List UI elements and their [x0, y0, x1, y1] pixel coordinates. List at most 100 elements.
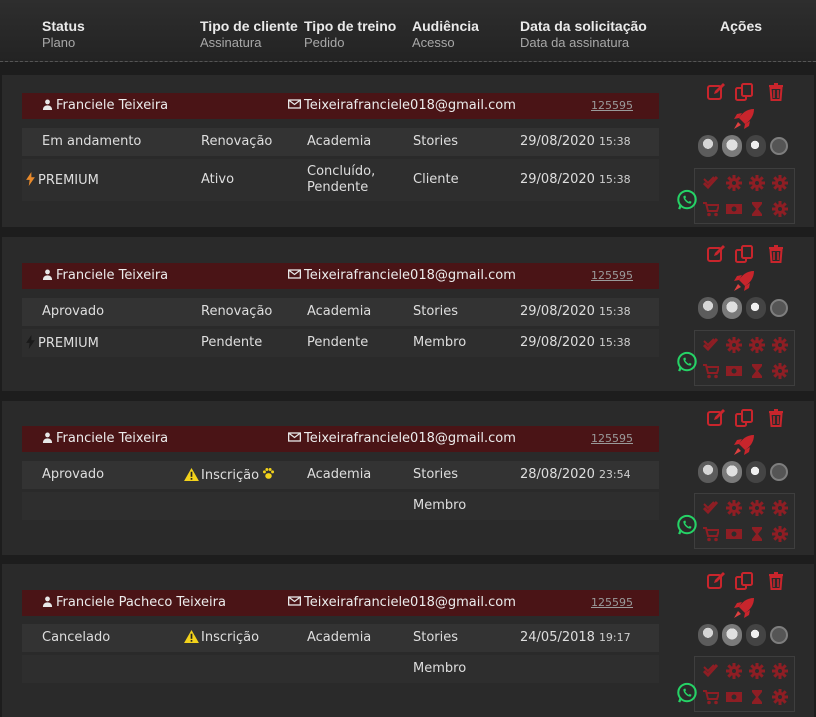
status-value: Aprovado	[42, 467, 105, 482]
whatsapp-icon[interactable]	[676, 189, 698, 211]
avatar[interactable]	[722, 135, 742, 157]
client-name-link[interactable]: Franciele Teixeira	[42, 98, 168, 113]
training-type-value: Academia	[307, 304, 372, 319]
avatar[interactable]	[722, 624, 742, 646]
avatar[interactable]	[746, 135, 766, 157]
gear-icon[interactable]	[726, 175, 742, 191]
avatar[interactable]	[770, 626, 788, 644]
check-icon[interactable]	[703, 500, 719, 516]
rocket-icon[interactable]	[732, 107, 756, 131]
client-name: Franciele Teixeira	[56, 268, 169, 283]
rocket-icon[interactable]	[732, 433, 756, 457]
rocket-icon[interactable]	[732, 269, 756, 293]
client-name: Franciele Teixeira	[56, 98, 169, 113]
avatar[interactable]	[770, 299, 788, 317]
money-icon[interactable]	[726, 526, 742, 542]
client-email[interactable]: Teixeirafranciele018@gmail.com	[288, 98, 516, 113]
trash-icon[interactable]	[766, 408, 786, 428]
trash-icon[interactable]	[766, 244, 786, 264]
table-row: Aprovado Renovação Academia Stories 29/0…	[22, 298, 659, 326]
client-name-link[interactable]: Franciele Teixeira	[42, 268, 168, 283]
whatsapp-icon[interactable]	[676, 351, 698, 373]
whatsapp-icon[interactable]	[676, 514, 698, 536]
copy-icon[interactable]	[734, 571, 754, 591]
client-id-link[interactable]: 125595	[591, 99, 633, 112]
cart-icon[interactable]	[703, 201, 719, 217]
gear-icon[interactable]	[772, 526, 788, 542]
trash-icon[interactable]	[766, 82, 786, 102]
training-type-value: Academia	[307, 630, 372, 645]
avatar[interactable]	[698, 135, 718, 157]
request-date: 28/08/2020 23:54	[520, 467, 631, 483]
request-time-value: 15:38	[598, 305, 631, 318]
request-date: 29/08/2020 15:38	[520, 134, 631, 150]
person-icon	[42, 269, 53, 280]
edit-icon[interactable]	[706, 408, 726, 428]
avatar[interactable]	[770, 463, 788, 481]
avatar[interactable]	[770, 137, 788, 155]
avatar[interactable]	[746, 624, 766, 646]
client-email-text: Teixeirafranciele018@gmail.com	[304, 268, 516, 283]
rocket-icon[interactable]	[732, 596, 756, 620]
avatar[interactable]	[746, 461, 766, 483]
subscription-date-value: 29/08/2020	[520, 172, 595, 187]
avatar[interactable]	[722, 297, 742, 319]
cart-icon[interactable]	[703, 526, 719, 542]
access-value: Cliente	[413, 172, 459, 187]
edit-icon[interactable]	[706, 82, 726, 102]
copy-icon[interactable]	[734, 82, 754, 102]
gear-icon[interactable]	[726, 337, 742, 353]
check-icon[interactable]	[703, 175, 719, 191]
avatar[interactable]	[698, 297, 718, 319]
client-name-link[interactable]: Franciele Pacheco Teixeira	[42, 595, 226, 610]
client-name-link[interactable]: Franciele Teixeira	[42, 431, 168, 446]
gear-icon[interactable]	[749, 337, 765, 353]
money-icon[interactable]	[726, 201, 742, 217]
gear-icon[interactable]	[749, 500, 765, 516]
client-id-link[interactable]: 125595	[591, 432, 633, 445]
subscription-date: 29/08/2020 15:38	[520, 335, 631, 351]
client-email[interactable]: Teixeirafranciele018@gmail.com	[288, 268, 516, 283]
gear-icon[interactable]	[772, 201, 788, 217]
avatar[interactable]	[698, 624, 718, 646]
access-value: Membro	[413, 661, 467, 676]
gear-icon[interactable]	[772, 337, 788, 353]
whatsapp-icon[interactable]	[676, 682, 698, 704]
avatar[interactable]	[698, 461, 718, 483]
hourglass-icon[interactable]	[749, 363, 765, 379]
client-id-link[interactable]: 125595	[591, 596, 633, 609]
gear-icon[interactable]	[772, 663, 788, 679]
gear-icon[interactable]	[772, 689, 788, 705]
person-icon	[42, 596, 53, 607]
gear-icon[interactable]	[772, 175, 788, 191]
gear-icon[interactable]	[749, 663, 765, 679]
client-id-link[interactable]: 125595	[591, 269, 633, 282]
mail-icon	[288, 269, 301, 279]
gear-icon[interactable]	[726, 500, 742, 516]
hourglass-icon[interactable]	[749, 689, 765, 705]
hourglass-icon[interactable]	[749, 526, 765, 542]
avatar[interactable]	[722, 461, 742, 483]
edit-icon[interactable]	[706, 571, 726, 591]
gear-icon[interactable]	[726, 663, 742, 679]
header-audience: Audiência Acesso	[412, 18, 479, 50]
check-icon[interactable]	[703, 337, 719, 353]
hourglass-icon[interactable]	[749, 201, 765, 217]
client-email-text: Teixeirafranciele018@gmail.com	[304, 595, 516, 610]
gear-icon[interactable]	[749, 175, 765, 191]
gear-icon[interactable]	[772, 500, 788, 516]
avatar[interactable]	[746, 297, 766, 319]
trash-icon[interactable]	[766, 571, 786, 591]
cart-icon[interactable]	[703, 363, 719, 379]
check-icon[interactable]	[703, 663, 719, 679]
client-email[interactable]: Teixeirafranciele018@gmail.com	[288, 595, 516, 610]
money-icon[interactable]	[726, 363, 742, 379]
client-email[interactable]: Teixeirafranciele018@gmail.com	[288, 431, 516, 446]
copy-icon[interactable]	[734, 244, 754, 264]
header-actions: Ações	[720, 18, 762, 34]
edit-icon[interactable]	[706, 244, 726, 264]
gear-icon[interactable]	[772, 363, 788, 379]
copy-icon[interactable]	[734, 408, 754, 428]
money-icon[interactable]	[726, 689, 742, 705]
cart-icon[interactable]	[703, 689, 719, 705]
